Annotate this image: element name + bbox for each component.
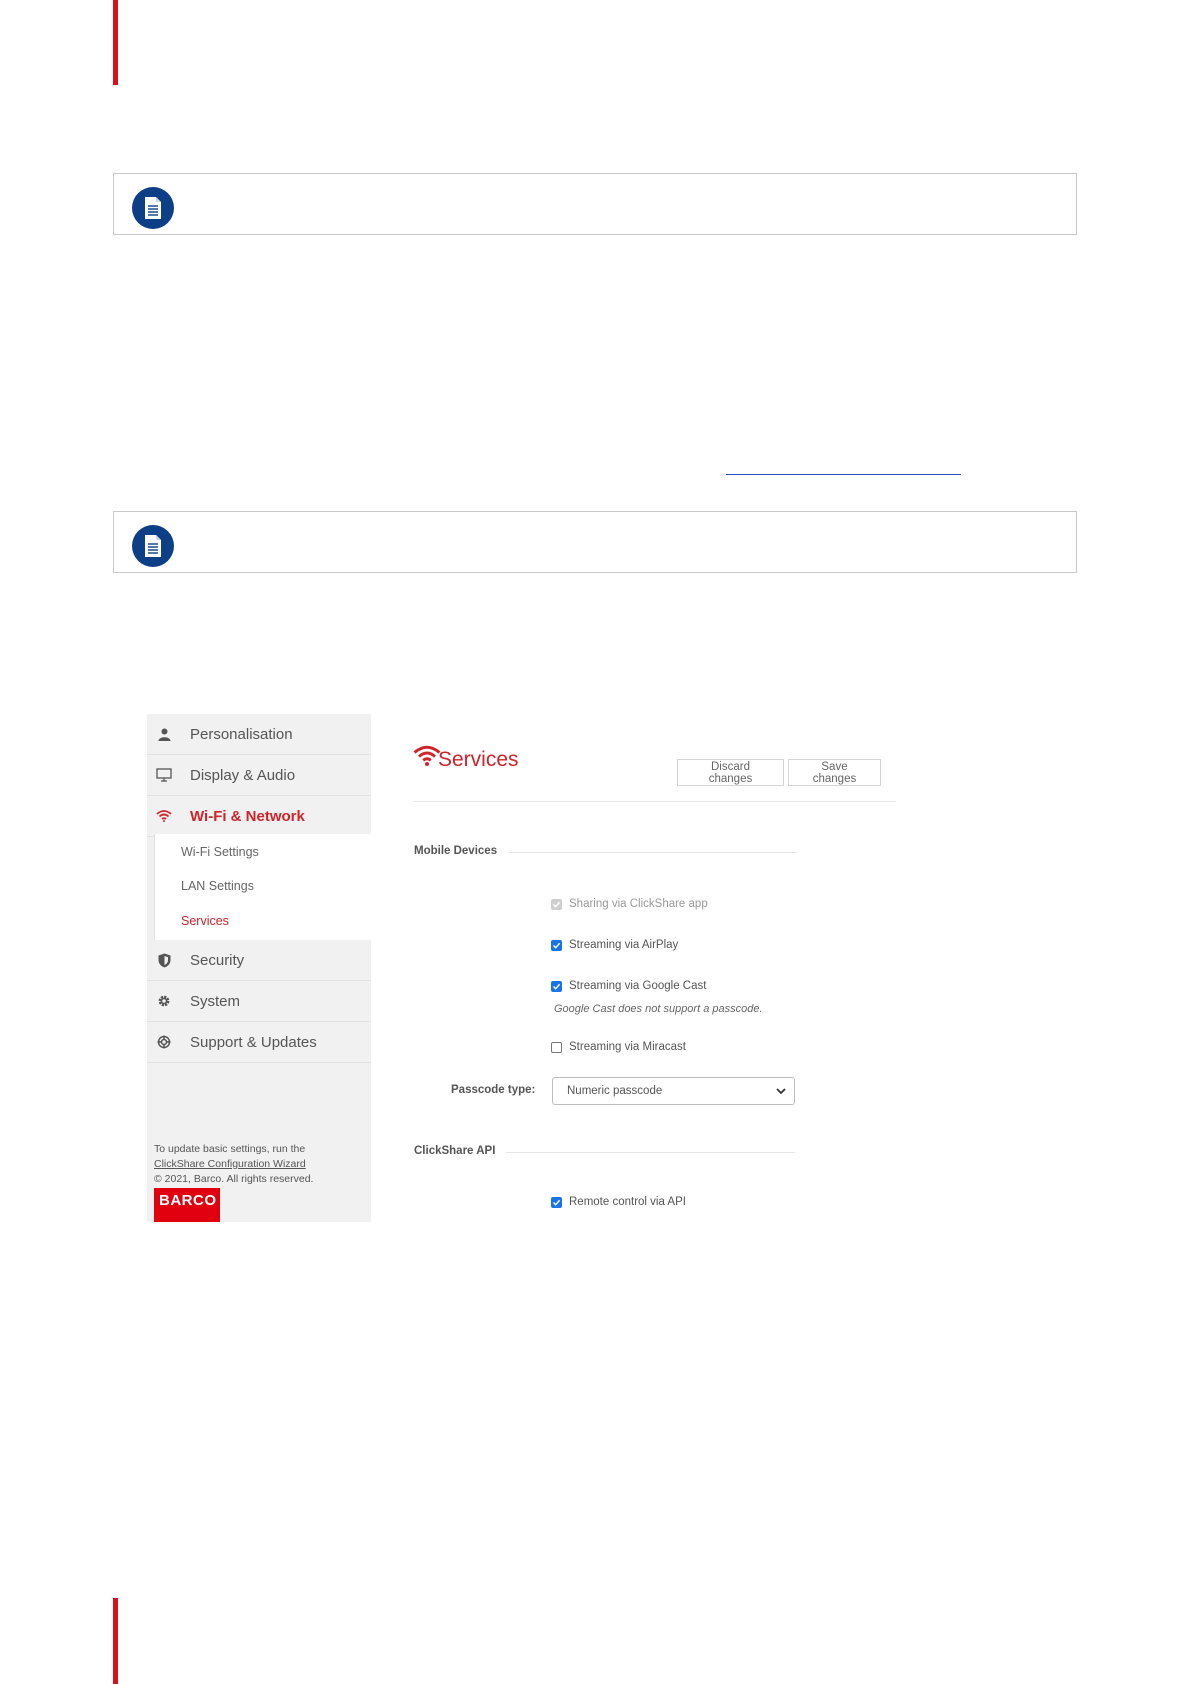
discard-changes-button[interactable]: Discard changes bbox=[677, 759, 784, 786]
document-link-underline[interactable] bbox=[726, 474, 961, 475]
sidebar-item-label: Wi-Fi & Network bbox=[190, 807, 305, 825]
option-remote-control-api[interactable]: Remote control via API bbox=[551, 1196, 686, 1208]
services-wifi-icon bbox=[413, 745, 441, 772]
passcode-type-select[interactable]: Numeric passcode bbox=[552, 1077, 795, 1105]
clickshare-api-heading: ClickShare API bbox=[414, 1145, 496, 1157]
header-divider bbox=[414, 801, 896, 802]
note-document-icon bbox=[132, 187, 174, 229]
option-streaming-google-cast[interactable]: Streaming via Google Cast bbox=[551, 980, 706, 992]
note-document-icon bbox=[132, 525, 174, 567]
checkbox-checked[interactable] bbox=[551, 1196, 562, 1208]
option-streaming-airplay[interactable]: Streaming via AirPlay bbox=[551, 939, 678, 951]
wifi-icon bbox=[156, 808, 172, 824]
checkbox-checked[interactable] bbox=[551, 939, 562, 951]
mobile-devices-heading: Mobile Devices bbox=[414, 845, 498, 857]
services-panel: Services Discard changes Save changes Mo… bbox=[371, 714, 957, 1222]
checkbox-unchecked[interactable] bbox=[551, 1041, 562, 1053]
barco-logo: BARCO bbox=[154, 1188, 220, 1222]
person-icon bbox=[156, 726, 172, 742]
page-accent-bar-top bbox=[113, 0, 118, 85]
submenu-item-services[interactable]: Services bbox=[181, 914, 229, 928]
sidebar-item-label: Personalisation bbox=[190, 725, 293, 743]
chevron-down-icon bbox=[776, 1086, 786, 1098]
sidebar-item-system[interactable]: System bbox=[147, 981, 371, 1022]
section-divider bbox=[506, 1152, 795, 1153]
option-sharing-clickshare-app: Sharing via ClickShare app bbox=[551, 898, 708, 910]
submenu-item-wifi-settings[interactable]: Wi-Fi Settings bbox=[181, 845, 259, 859]
page-accent-bar-bottom bbox=[113, 1598, 118, 1684]
sidebar-item-wifi-network[interactable]: Wi-Fi & Network bbox=[147, 796, 371, 837]
save-changes-button[interactable]: Save changes bbox=[788, 759, 881, 786]
passcode-type-label: Passcode type: bbox=[451, 1084, 536, 1096]
services-screenshot: Personalisation Display & Audio Wi-Fi & … bbox=[147, 714, 957, 1222]
option-streaming-miracast[interactable]: Streaming via Miracast bbox=[551, 1041, 686, 1053]
option-label: Streaming via Miracast bbox=[569, 1041, 686, 1053]
google-cast-hint: Google Cast does not support a passcode. bbox=[554, 1003, 763, 1015]
footer-text: To update basic settings, run the bbox=[154, 1143, 306, 1155]
sidebar-item-label: Display & Audio bbox=[190, 766, 296, 784]
wifi-network-submenu: Wi-Fi Settings LAN Settings Services bbox=[154, 834, 371, 940]
sidebar-item-display-audio[interactable]: Display & Audio bbox=[147, 755, 371, 796]
checkbox-disabled bbox=[551, 898, 562, 910]
option-label: Remote control via API bbox=[569, 1196, 686, 1208]
option-label: Streaming via Google Cast bbox=[569, 980, 707, 992]
checkbox-checked[interactable] bbox=[551, 980, 562, 992]
submenu-item-lan-settings[interactable]: LAN Settings bbox=[181, 879, 254, 893]
sidebar-item-support-updates[interactable]: Support & Updates bbox=[147, 1022, 371, 1063]
sidebar: Personalisation Display & Audio Wi-Fi & … bbox=[147, 714, 371, 1222]
option-label: Sharing via ClickShare app bbox=[569, 898, 708, 910]
section-divider bbox=[509, 852, 797, 853]
lifebuoy-icon bbox=[156, 1034, 172, 1050]
sidebar-item-label: System bbox=[190, 992, 241, 1010]
shield-icon bbox=[156, 952, 172, 968]
passcode-type-value: Numeric passcode bbox=[567, 1085, 663, 1097]
sidebar-footer: To update basic settings, run the ClickS… bbox=[154, 1142, 369, 1187]
sidebar-item-label: Security bbox=[190, 951, 245, 969]
copyright-text: © 2021, Barco. All rights reserved. bbox=[154, 1173, 314, 1185]
note-box bbox=[113, 173, 1077, 235]
monitor-icon bbox=[156, 767, 172, 783]
sidebar-item-security[interactable]: Security bbox=[147, 940, 371, 981]
note-box bbox=[113, 511, 1077, 573]
configuration-wizard-link[interactable]: ClickShare Configuration Wizard bbox=[154, 1157, 369, 1172]
sidebar-item-personalisation[interactable]: Personalisation bbox=[147, 714, 371, 755]
option-label: Streaming via AirPlay bbox=[569, 939, 679, 951]
gear-icon bbox=[156, 993, 172, 1009]
sidebar-item-label: Support & Updates bbox=[190, 1033, 317, 1051]
page-title: Services bbox=[438, 748, 519, 771]
